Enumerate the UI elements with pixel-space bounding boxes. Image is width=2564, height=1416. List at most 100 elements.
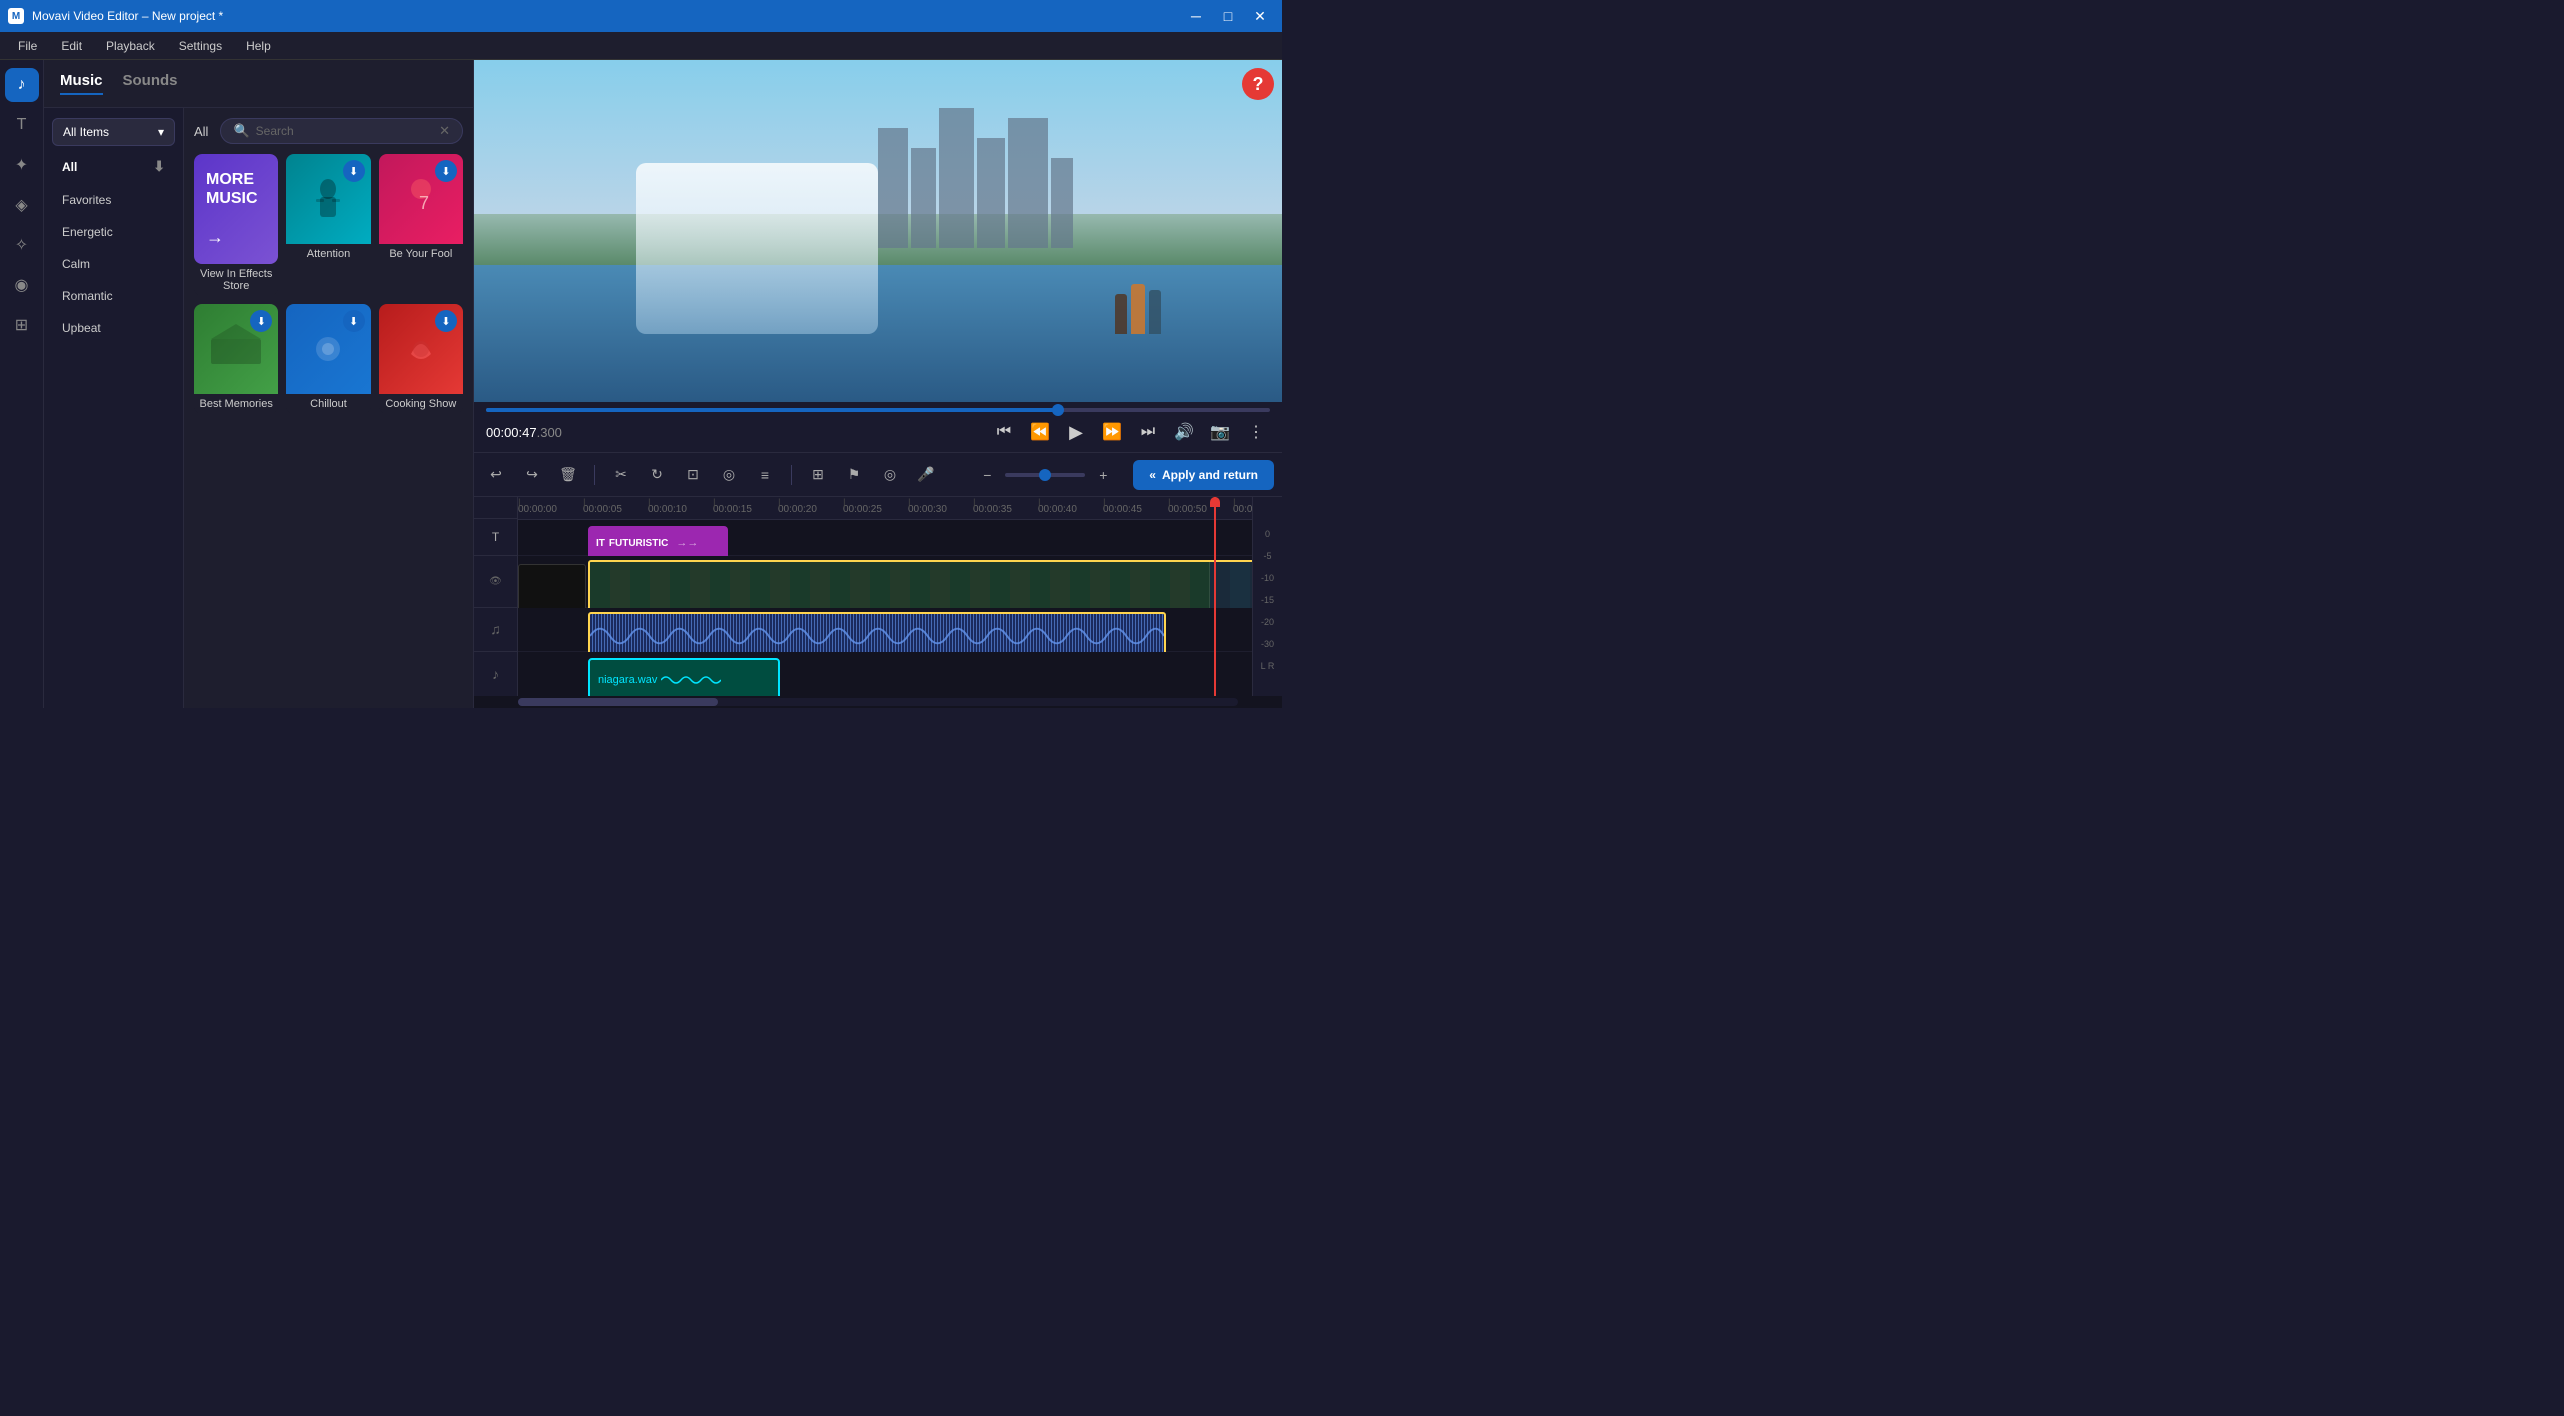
next-frame-button[interactable]: ⏩ [1098, 418, 1126, 446]
undo-button[interactable]: ↩ [482, 461, 510, 489]
maximize-button[interactable]: □ [1214, 6, 1242, 26]
zoom-out-button[interactable]: − [973, 461, 1001, 489]
zoom-thumb [1039, 469, 1051, 481]
text-tool-button[interactable]: T [5, 108, 39, 142]
ruler-label [474, 497, 517, 519]
effects-tool-button[interactable]: ✧ [5, 228, 39, 262]
snapshot-button[interactable]: 📷 [1206, 418, 1234, 446]
filter-sidebar: All Items ▾ All ⬇ Favorites Energetic Ca [44, 108, 184, 708]
best-memories-card[interactable]: ⬇ Best Memories [194, 304, 278, 414]
filter-upbeat[interactable]: Upbeat [52, 315, 175, 341]
ruler-marks: 00:00:00 00:00:05 00:00:10 00:00:15 00:0… [518, 504, 1252, 515]
filter-favorites[interactable]: Favorites [52, 187, 175, 213]
attention-bg: ⬇ [286, 154, 370, 244]
tab-sounds[interactable]: Sounds [123, 72, 178, 95]
progress-thumb[interactable] [1052, 404, 1064, 416]
best-memories-download-icon[interactable]: ⬇ [250, 310, 272, 332]
tab-music[interactable]: Music [60, 72, 103, 95]
futuristic-arrows: →→ [676, 537, 698, 549]
chillout-download-icon[interactable]: ⬇ [343, 310, 365, 332]
menu-playback[interactable]: Playback [96, 36, 165, 56]
skip-to-end-button[interactable]: ⏭ [1134, 418, 1162, 446]
transitions-tool-button[interactable]: ◈ [5, 188, 39, 222]
vu-25: -30 [1261, 639, 1274, 649]
cut-button[interactable]: ✂ [607, 461, 635, 489]
volume-button[interactable]: 🔊 [1170, 418, 1198, 446]
menu-settings[interactable]: Settings [169, 36, 232, 56]
attention-card[interactable]: ⬇ Attention [286, 154, 370, 296]
more-music-bg: MOREMUSIC → [194, 154, 278, 264]
video-track-label: 👁 [474, 556, 517, 608]
filter-romantic[interactable]: Romantic [52, 283, 175, 309]
track-labels: T 👁 ♫ ♪ [474, 497, 518, 696]
delete-button[interactable]: 🗑 [554, 461, 582, 489]
be-your-fool-download-icon[interactable]: ⬇ [435, 160, 457, 182]
time-ms: .300 [537, 425, 562, 440]
text-tool-wrap: T [5, 108, 39, 142]
zoom-slider[interactable] [1005, 473, 1085, 477]
music-tool-button[interactable]: ♪ [5, 68, 39, 102]
flag-button[interactable]: ⚑ [840, 461, 868, 489]
chillout-card[interactable]: ⬇ Chillout [286, 304, 370, 414]
ruler-mark-11: 00:00:55 [1233, 504, 1252, 515]
building-3 [939, 108, 974, 248]
text-clip-futuristic[interactable]: IT FUTURISTIC →→ [588, 526, 728, 560]
filter-all[interactable]: All ⬇ [52, 152, 175, 181]
color-tool-button[interactable]: ◉ [5, 268, 39, 302]
search-input[interactable] [256, 124, 433, 138]
stabilize-button[interactable]: ◎ [715, 461, 743, 489]
vu-0: 0 [1265, 529, 1270, 539]
skip-to-start-button[interactable]: ⏮ [990, 418, 1018, 446]
redo-button[interactable]: ↪ [518, 461, 546, 489]
text-track-icon: T [492, 530, 499, 544]
insert-button[interactable]: ⊞ [804, 461, 832, 489]
close-button[interactable]: ✕ [1246, 6, 1274, 26]
video-clip-black[interactable] [518, 564, 586, 614]
zoom-in-button[interactable]: + [1089, 461, 1117, 489]
vu-20: -20 [1261, 617, 1274, 627]
more-music-card[interactable]: MOREMUSIC → View In Effects Store [194, 154, 278, 296]
best-memories-bg: ⬇ [194, 304, 278, 394]
playhead-ruler [1214, 497, 1216, 519]
target-button[interactable]: ◎ [876, 461, 904, 489]
minimize-button[interactable]: ─ [1182, 6, 1210, 26]
music-header: Music Sounds [44, 60, 473, 108]
building-4 [977, 138, 1005, 248]
menu-help[interactable]: Help [236, 36, 281, 56]
be-your-fool-card[interactable]: ⬇ 7 Be Your Fool [379, 154, 463, 296]
apply-return-button[interactable]: « Apply and return [1133, 460, 1274, 490]
sticker-tool-button[interactable]: ✦ [5, 148, 39, 182]
music-panel: Music Sounds All Items ▾ All ⬇ Favorites [44, 60, 474, 708]
overlay-tool-button[interactable]: ⊞ [5, 308, 39, 342]
adjust-button[interactable]: ≡ [751, 461, 779, 489]
cooking-show-card[interactable]: ⬇ Cooking Show [379, 304, 463, 414]
help-button[interactable]: ? [1242, 68, 1274, 100]
ruler-mark-7: 00:00:35 [973, 504, 1038, 515]
menu-edit[interactable]: Edit [51, 36, 92, 56]
progress-bar[interactable] [486, 408, 1270, 412]
niagara-clip[interactable]: niagara.wav [588, 658, 780, 696]
prev-frame-button[interactable]: ⏪ [1026, 418, 1054, 446]
attention-download-icon[interactable]: ⬇ [343, 160, 365, 182]
time-display: 00:00:47.300 [486, 425, 982, 440]
filter-dropdown[interactable]: All Items ▾ [52, 118, 175, 146]
mic-button[interactable]: 🎤 [912, 461, 940, 489]
search-box[interactable]: 🔍 ✕ [220, 118, 463, 144]
ruler-mark-6: 00:00:30 [908, 504, 973, 515]
text-track-label: T [474, 519, 517, 555]
play-button[interactable]: ▶ [1062, 418, 1090, 446]
window-title: Movavi Video Editor – New project * [32, 9, 1174, 23]
waterfall-mist [636, 163, 878, 334]
filter-energetic[interactable]: Energetic [52, 219, 175, 245]
filter-calm[interactable]: Calm [52, 251, 175, 277]
more-music-arrow: → [206, 227, 266, 248]
clear-search-icon[interactable]: ✕ [439, 123, 450, 139]
timeline-scrollbar[interactable] [518, 698, 1238, 706]
crop-button[interactable]: ⊡ [679, 461, 707, 489]
more-options-button[interactable]: ⋮ [1242, 418, 1270, 446]
ruler-mark-5: 00:00:25 [843, 504, 908, 515]
cooking-show-download-icon[interactable]: ⬇ [435, 310, 457, 332]
menu-file[interactable]: File [8, 36, 47, 56]
rotate-button[interactable]: ↻ [643, 461, 671, 489]
music-body: All Items ▾ All ⬇ Favorites Energetic Ca [44, 108, 473, 708]
